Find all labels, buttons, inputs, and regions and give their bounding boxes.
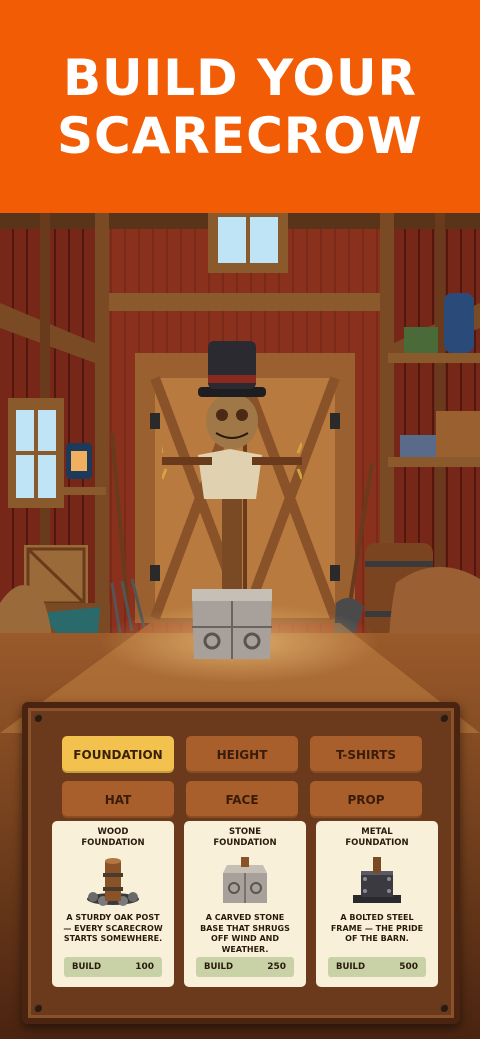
item-description: A bolted steel frame — the pride of the …	[330, 913, 424, 943]
category-tabs: Foundation Height T-Shirts Hat Face Prop	[62, 736, 422, 818]
item-card-stone[interactable]: Stone Foundation A carved stone base tha…	[184, 821, 306, 987]
steel-frame-icon	[353, 857, 401, 903]
tab-face[interactable]: Face	[186, 781, 298, 818]
tab-foundation[interactable]: Foundation	[62, 736, 174, 773]
build-panel: Foundation Height T-Shirts Hat Face Prop…	[22, 702, 460, 1024]
tab-t-shirts[interactable]: T-Shirts	[310, 736, 422, 773]
build-price: 500	[399, 962, 418, 972]
item-card-metal[interactable]: Metal Foundation A bolted steel frame — …	[316, 821, 438, 987]
title-line-2: SCARECROW	[57, 106, 423, 165]
item-description: A sturdy oak post — every scarecrow star…	[63, 913, 163, 943]
tab-hat[interactable]: Hat	[62, 781, 174, 818]
build-label: Build	[204, 962, 234, 972]
build-label: Build	[336, 962, 366, 972]
item-cards: Wood Foundation A sturdy oak post — ever…	[52, 821, 438, 987]
item-title: Wood Foundation	[81, 827, 145, 848]
bolt-icon	[440, 714, 448, 722]
bolt-icon	[34, 1004, 42, 1012]
bolt-icon	[440, 1004, 448, 1012]
item-card-wood[interactable]: Wood Foundation A sturdy oak post — ever…	[52, 821, 174, 987]
scarecrow-figure[interactable]	[162, 337, 302, 667]
bolt-icon	[34, 714, 42, 722]
title-line-1: BUILD YOUR	[62, 48, 418, 107]
tab-height[interactable]: Height	[186, 736, 298, 773]
build-button[interactable]: Build 100	[64, 957, 162, 977]
build-button[interactable]: Build 250	[196, 957, 294, 977]
title-banner: BUILD YOUR SCARECROW	[0, 0, 480, 213]
item-title: Metal Foundation	[345, 827, 409, 848]
build-price: 100	[135, 962, 154, 972]
build-button[interactable]: Build 500	[328, 957, 426, 977]
item-description: A carved stone base that shrugs off wind…	[200, 913, 290, 954]
item-title: Stone Foundation	[213, 827, 277, 848]
build-price: 250	[267, 962, 286, 972]
stone-block-icon	[223, 857, 267, 903]
wood-post-icon	[87, 858, 139, 906]
build-label: Build	[72, 962, 102, 972]
tab-prop[interactable]: Prop	[310, 781, 422, 818]
